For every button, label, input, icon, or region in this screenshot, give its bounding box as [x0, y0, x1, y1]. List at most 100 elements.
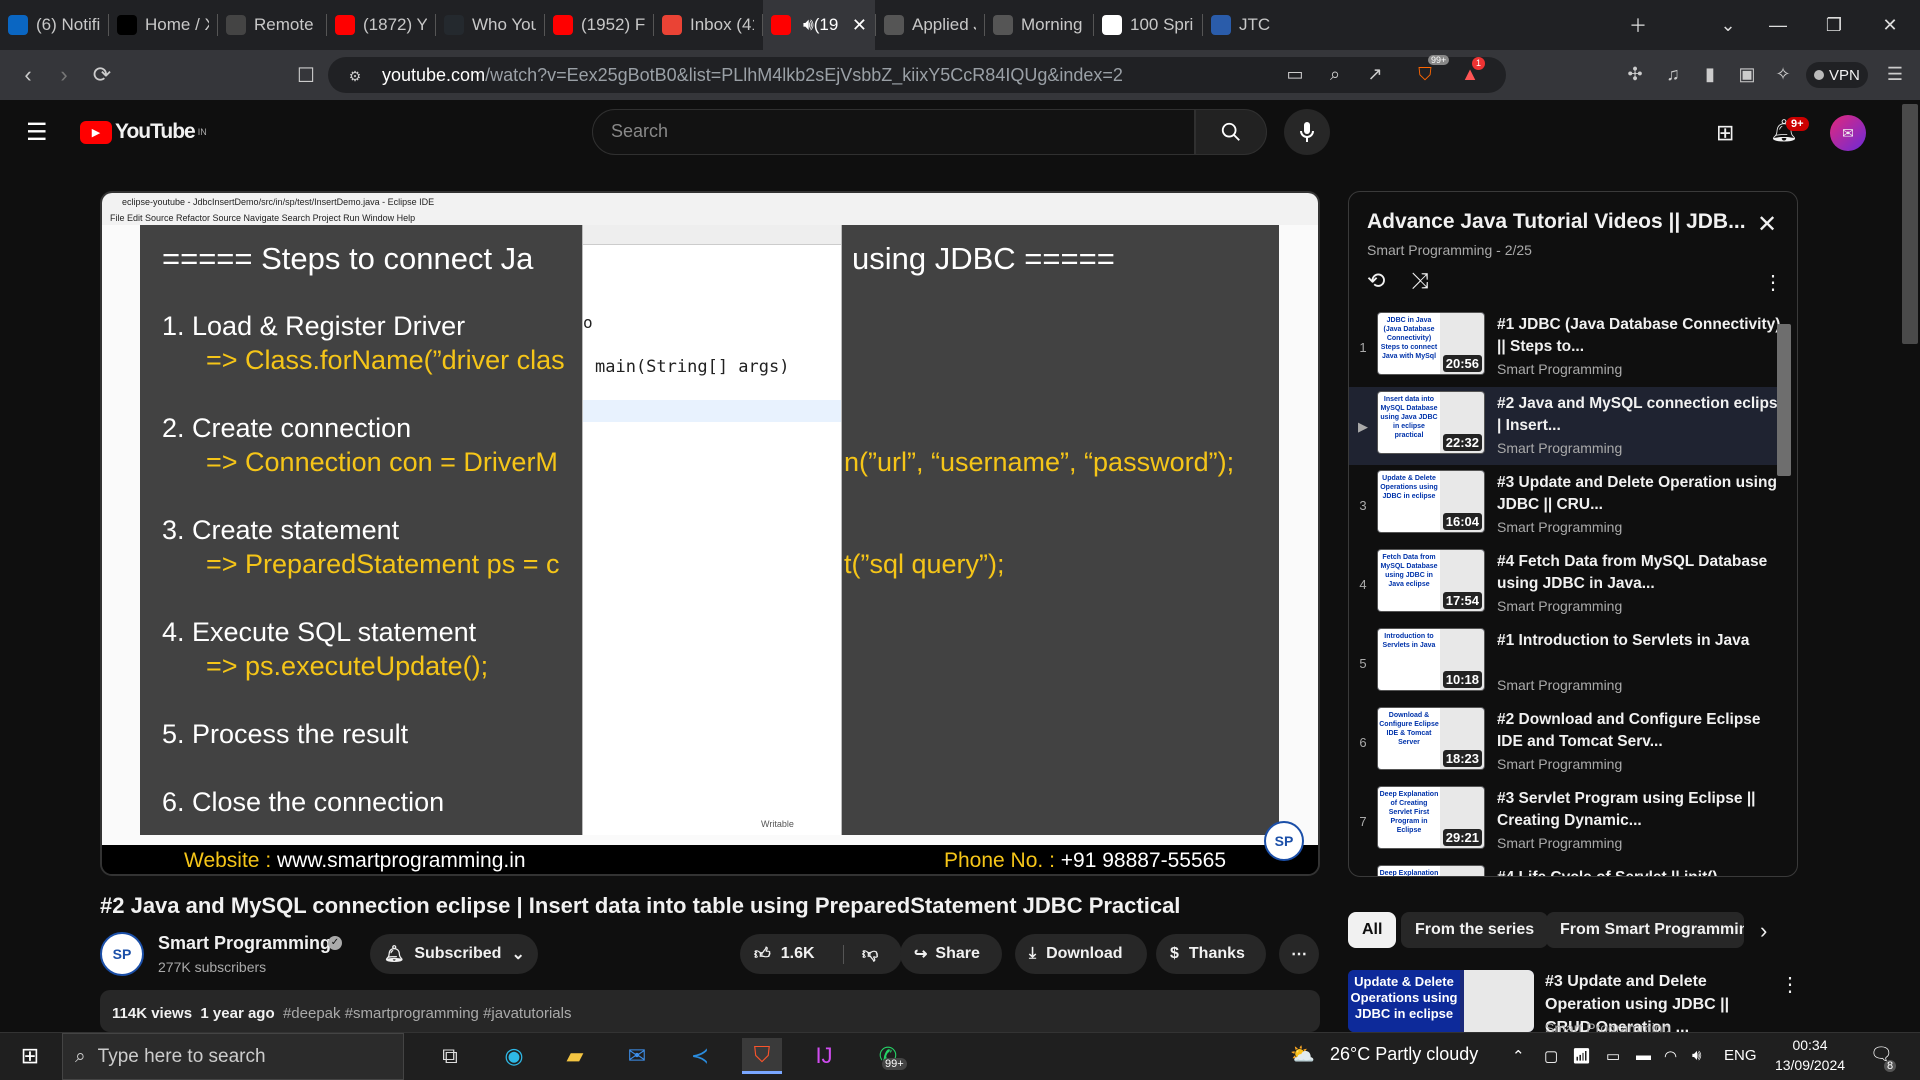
back-icon[interactable]: ‹ [12, 59, 44, 91]
zoom-icon[interactable]: ⌕ [1320, 59, 1350, 89]
chip-from-channel[interactable]: From Smart Programming [1546, 912, 1744, 948]
channel-watermark-logo[interactable]: SP [1264, 821, 1304, 861]
tray-network-icon[interactable]: ◠ [1664, 1047, 1677, 1065]
playlist-item-thumbnail[interactable]: Insert data into MySQL Database using Ja… [1377, 391, 1485, 454]
menu-icon[interactable]: ☰ [1880, 59, 1910, 89]
close-playlist-icon[interactable]: ✕ [1757, 210, 1777, 239]
intellij-icon[interactable]: IJ [804, 1038, 844, 1074]
search-button[interactable] [1195, 109, 1267, 155]
file-explorer-icon[interactable]: ▰ [555, 1038, 595, 1074]
brave-taskbar-icon[interactable]: ⛉ [742, 1038, 782, 1074]
browser-tab[interactable]: 🔊︎ (19 ✕ [763, 0, 875, 50]
playlist-title[interactable]: Advance Java Tutorial Videos || JDB... [1367, 210, 1746, 234]
shuffle-icon[interactable]: ⤨ [1411, 268, 1429, 294]
share-page-icon[interactable]: ↗ [1360, 59, 1390, 89]
reload-icon[interactable]: ⟳ [86, 59, 118, 91]
tray-expand-icon[interactable]: ⌃ [1512, 1047, 1525, 1065]
weather-icon[interactable]: ⛅ [1290, 1042, 1315, 1067]
playlist-item-thumbnail[interactable]: Download & Configure Eclipse IDE & Tomca… [1377, 707, 1485, 770]
close-window-button[interactable]: ✕ [1862, 0, 1918, 50]
playlist-menu-icon[interactable]: ⋮ [1763, 270, 1783, 295]
taskbar-search[interactable]: ⌕ Type here to search [62, 1033, 404, 1080]
playlist-item[interactable]: ▶ Insert data into MySQL Database using J… [1349, 387, 1789, 465]
voice-search-button[interactable] [1284, 109, 1330, 155]
browser-tab[interactable]: Who You're [436, 0, 544, 50]
hashtags[interactable]: #deepak #smartprogramming #javatutorials [283, 1005, 571, 1022]
browser-tab[interactable]: Inbox (41,0 [654, 0, 762, 50]
maximize-button[interactable]: ❐ [1806, 0, 1862, 50]
related-video-thumbnail[interactable]: Update & Delete Operations using JDBC in… [1348, 970, 1534, 1032]
forward-icon[interactable]: › [48, 59, 80, 91]
chevron-right-icon[interactable]: › [1760, 918, 1767, 944]
playlist-item-thumbnail[interactable]: Update & Delete Operations using JDBC in… [1377, 470, 1485, 533]
playlist-item-thumbnail[interactable]: Fetch Data from MySQL Database using JDB… [1377, 549, 1485, 612]
browser-tab[interactable]: Morning W [985, 0, 1093, 50]
browser-tab[interactable]: (1952) File [545, 0, 653, 50]
bookmark-icon[interactable]: ☐ [290, 59, 322, 91]
wallet-icon[interactable]: ▣ [1732, 59, 1762, 89]
mail-icon[interactable]: ✉ [617, 1038, 657, 1074]
vscode-icon[interactable]: ≺ [680, 1038, 720, 1074]
thanks-button[interactable]: $ Thanks [1156, 934, 1266, 974]
description-box[interactable]: 114K views 1 year ago #deepak #smartprog… [100, 990, 1320, 1032]
channel-avatar[interactable]: SP [100, 932, 144, 976]
playlist-item-thumbnail[interactable]: Deep Explanation of [1377, 865, 1485, 876]
edge-icon[interactable]: ◉ [494, 1038, 534, 1074]
chip-from-series[interactable]: From the series [1401, 912, 1549, 948]
browser-tab[interactable]: Remote Jav [218, 0, 326, 50]
avatar[interactable]: ✉ [1830, 115, 1866, 151]
tray-wifi-icon[interactable]: 📶︎ [1572, 1047, 1591, 1065]
extensions-icon[interactable]: ✣ [1620, 59, 1650, 89]
tray-volume-icon[interactable]: 🔊︎ [1692, 1047, 1701, 1064]
playlist-item[interactable]: 4 Fetch Data from MySQL Database using JD… [1349, 545, 1789, 623]
leo-ai-icon[interactable]: ✧ [1768, 59, 1798, 89]
hamburger-menu-icon[interactable]: ☰ [26, 118, 48, 147]
playlist-item[interactable]: 1 JDBC in Java (Java Database Connectivit… [1349, 308, 1789, 386]
playlist-item-thumbnail[interactable]: Deep Explanation of Creating Servlet Fir… [1377, 786, 1485, 849]
related-menu-icon[interactable]: ⋮ [1780, 972, 1800, 997]
subscribed-button[interactable]: 🔔︎ Subscribed ⌄ [370, 934, 538, 974]
more-actions-button[interactable]: ⋯ [1279, 934, 1319, 974]
playlist-item-thumbnail[interactable]: Introduction to Servlets in Java 10:18 [1377, 628, 1485, 691]
playlist-item[interactable]: Deep Explanation of #4 Life Cycle of Serv… [1349, 861, 1789, 876]
tab-search-icon[interactable]: ⌄ [1700, 0, 1756, 50]
close-tab-icon[interactable]: ✕ [852, 15, 867, 36]
playlist-item-thumbnail[interactable]: JDBC in Java (Java Database Connectivity… [1377, 312, 1485, 375]
chip-all[interactable]: All [1348, 912, 1397, 948]
weather-text[interactable]: 26°C Partly cloudy [1330, 1044, 1478, 1065]
tray-app-icon[interactable]: ▢ [1544, 1047, 1558, 1065]
vpn-button[interactable]: VPN [1806, 62, 1868, 88]
sidebar-icon[interactable]: ▮ [1695, 59, 1725, 89]
loop-icon[interactable]: ⟲ [1367, 268, 1385, 294]
playlist-scrollbar[interactable] [1777, 324, 1791, 476]
windows-start-icon[interactable]: ⊞ [10, 1038, 50, 1074]
share-button[interactable]: ↪ Share [900, 934, 1002, 974]
like-button[interactable]: 👍︎ 1.6K [740, 944, 844, 964]
task-view-icon[interactable]: ⧉ [430, 1038, 470, 1074]
channel-name[interactable]: Smart Programming [158, 933, 331, 954]
site-settings-icon[interactable]: ⚙ [340, 61, 370, 91]
create-video-icon[interactable]: ⊞ [1716, 120, 1734, 146]
tray-display-icon[interactable]: ▭ [1606, 1047, 1620, 1065]
minimize-button[interactable]: — [1750, 0, 1806, 50]
video-player[interactable]: eclipse-youtube - JdbcInsertDemo/src/in/… [100, 191, 1320, 876]
media-icon[interactable]: ♫ [1658, 59, 1688, 89]
browser-tab[interactable]: (6) Notifica [0, 0, 108, 50]
browser-tab[interactable]: (1872) You [327, 0, 435, 50]
browser-tab[interactable]: Home / X [109, 0, 217, 50]
playlist-item[interactable]: 7 Deep Explanation of Creating Servlet Fi… [1349, 782, 1789, 860]
browser-tab[interactable]: 100 Spring [1094, 0, 1202, 50]
playlist-item[interactable]: 5 Introduction to Servlets in Java 10:18 #1… [1349, 624, 1789, 702]
language-indicator[interactable]: ENG [1724, 1047, 1757, 1064]
cast-icon[interactable]: ▭ [1280, 59, 1310, 89]
clock[interactable]: 00:34 13/09/2024 [1770, 1035, 1850, 1075]
browser-tab[interactable]: Applied Jo [876, 0, 984, 50]
tab-audio-icon[interactable]: 🔊︎ [803, 15, 814, 35]
browser-tab[interactable]: JTC [1203, 0, 1311, 50]
tray-battery-icon[interactable]: ▬ [1636, 1047, 1651, 1064]
dislike-button[interactable]: 👎︎ [844, 945, 878, 964]
search-input[interactable]: Search [592, 109, 1195, 155]
playlist-item[interactable]: 6 Download & Configure Eclipse IDE & Tomc… [1349, 703, 1789, 781]
youtube-logo[interactable]: ▶ YouTube IN [80, 120, 207, 144]
new-tab-button[interactable]: ＋ [1610, 0, 1666, 50]
